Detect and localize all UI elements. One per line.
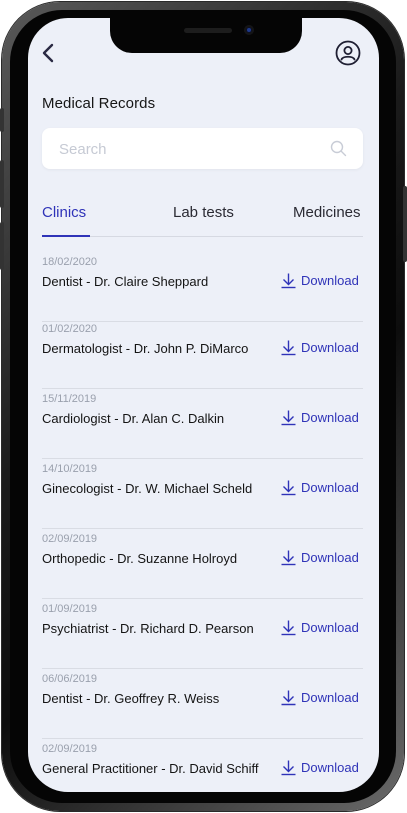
download-label: Download xyxy=(301,273,359,288)
download-icon xyxy=(281,760,296,776)
record-date: 18/02/2020 xyxy=(42,256,98,268)
notch xyxy=(110,18,302,53)
tab-clinics[interactable]: Clinics xyxy=(42,204,86,221)
record-title: Dentist - Dr. Claire Sheppard xyxy=(42,274,209,289)
download-icon xyxy=(281,480,296,496)
download-label: Download xyxy=(301,410,359,425)
record-title: Dentist - Dr. Geoffrey R. Weiss xyxy=(42,691,220,706)
search-input[interactable] xyxy=(57,128,321,171)
download-label: Download xyxy=(301,480,359,495)
download-button[interactable]: Download xyxy=(280,619,359,636)
user-circle-icon[interactable] xyxy=(335,40,361,66)
tab-medicines[interactable]: Medicines xyxy=(293,204,361,221)
record-row: 02/09/2019 General Practitioner - Dr. Da… xyxy=(28,725,379,792)
record-date: 02/09/2019 xyxy=(42,743,98,755)
search-bar xyxy=(42,128,363,171)
record-date: 06/06/2019 xyxy=(42,673,98,685)
download-label: Download xyxy=(301,550,359,565)
download-button[interactable]: Download xyxy=(280,479,359,496)
side-button-volume-down xyxy=(0,222,4,270)
record-title: Cardiologist - Dr. Alan C. Dalkin xyxy=(42,411,225,426)
active-tab-indicator xyxy=(42,235,90,237)
record-title: Ginecologist - Dr. W. Michael Scheld xyxy=(42,481,253,496)
download-icon xyxy=(281,273,296,289)
record-date: 15/11/2019 xyxy=(42,393,97,405)
record-title: Dermatologist - Dr. John P. DiMarco xyxy=(42,341,249,356)
download-icon xyxy=(281,690,296,706)
record-date: 02/09/2019 xyxy=(42,533,98,545)
tab-divider xyxy=(42,236,363,237)
download-icon xyxy=(281,620,296,636)
download-button[interactable]: Download xyxy=(280,272,359,289)
record-date: 14/10/2019 xyxy=(42,463,98,475)
download-label: Download xyxy=(301,760,359,775)
download-icon xyxy=(281,410,296,426)
record-title: Psychiatrist - Dr. Richard D. Pearson xyxy=(42,621,254,636)
speaker-grille xyxy=(184,28,232,33)
record-row: 15/11/2019 Cardiologist - Dr. Alan C. Da… xyxy=(28,375,379,459)
download-icon xyxy=(281,340,296,356)
app-screen: Medical Records Clinics Lab tests Medici… xyxy=(28,18,379,792)
tab-lab-tests[interactable]: Lab tests xyxy=(173,204,234,221)
download-button[interactable]: Download xyxy=(280,549,359,566)
tab-bar: Clinics Lab tests Medicines xyxy=(28,202,379,238)
record-title: General Practitioner - Dr. David Schiff xyxy=(42,761,259,776)
download-button[interactable]: Download xyxy=(280,759,359,776)
search-icon[interactable] xyxy=(330,140,347,157)
download-button[interactable]: Download xyxy=(280,409,359,426)
record-row: 18/02/2020 Dentist - Dr. Claire Sheppard… xyxy=(28,238,379,322)
record-row: 01/02/2020 Dermatologist - Dr. John P. D… xyxy=(28,305,379,389)
record-date: 01/09/2019 xyxy=(42,603,98,615)
record-row: 01/09/2019 Psychiatrist - Dr. Richard D.… xyxy=(28,585,379,669)
record-row: 06/06/2019 Dentist - Dr. Geoffrey R. Wei… xyxy=(28,655,379,739)
download-label: Download xyxy=(301,690,359,705)
download-icon xyxy=(281,550,296,566)
download-button[interactable]: Download xyxy=(280,339,359,356)
side-button-volume-up xyxy=(0,160,4,208)
record-title: Orthopedic - Dr. Suzanne Holroyd xyxy=(42,551,238,566)
record-row: 14/10/2019 Ginecologist - Dr. W. Michael… xyxy=(28,445,379,529)
side-button-silent xyxy=(0,108,4,132)
page-title: Medical Records xyxy=(42,95,156,112)
side-button-power xyxy=(403,186,407,262)
download-button[interactable]: Download xyxy=(280,689,359,706)
download-label: Download xyxy=(301,620,359,635)
front-camera xyxy=(244,25,254,35)
chevron-left-icon[interactable] xyxy=(38,42,60,64)
record-date: 01/02/2020 xyxy=(42,323,98,335)
record-row: 02/09/2019 Orthopedic - Dr. Suzanne Holr… xyxy=(28,515,379,599)
download-label: Download xyxy=(301,340,359,355)
